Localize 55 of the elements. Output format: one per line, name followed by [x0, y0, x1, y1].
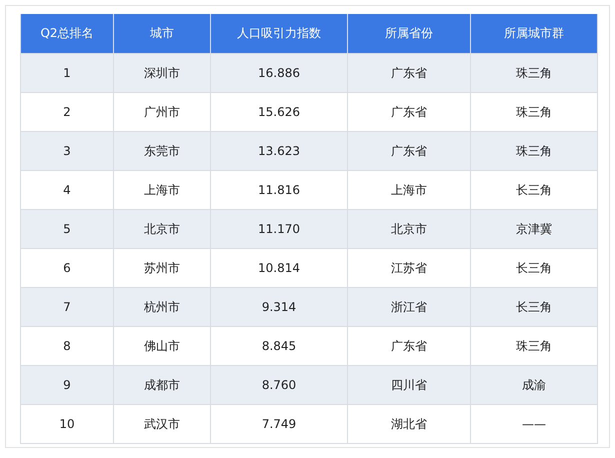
table-cell-text: 1 — [63, 64, 71, 82]
table-cell-text: 浙江省 — [391, 298, 427, 316]
table-cell-text: 广东省 — [391, 64, 427, 82]
table-cell-text: 长三角 — [516, 260, 552, 276]
table-cell-text: 武汉市 — [144, 416, 180, 432]
table-cell-text: 9 — [63, 376, 71, 394]
table-cell-text: 7 — [63, 298, 71, 316]
table-cell-text: 6 — [63, 260, 71, 276]
table-cell-text: 广东省 — [391, 142, 427, 160]
table-cell-text: 江苏省 — [391, 260, 427, 276]
table-cell-text: 长三角 — [516, 298, 552, 316]
column-header: 城市 — [150, 25, 174, 42]
table-cell-text: 广东省 — [391, 338, 427, 354]
table-cell-text: 长三角 — [516, 182, 552, 198]
column-header: 所属城市群 — [504, 25, 564, 42]
table-cell-text: 5 — [63, 220, 71, 238]
table-cell-text: 8 — [63, 338, 71, 354]
table-cell-text: 广州市 — [144, 104, 180, 120]
table-cell-text: 京津冀 — [516, 220, 552, 238]
table-cell-text: 15.626 — [258, 104, 300, 120]
table-cell-text: 10 — [59, 416, 75, 432]
table-cell-text: 8.760 — [262, 376, 296, 394]
table-cell-text: 东莞市 — [144, 142, 180, 160]
table-cell-text: 13.623 — [258, 142, 300, 160]
table-cell-text: 珠三角 — [516, 104, 552, 120]
table-cell-text: —— — [522, 416, 546, 432]
table-cell-text: 3 — [63, 142, 71, 160]
table-cell-text: 2 — [63, 104, 71, 120]
table-cell-text: 10.814 — [258, 260, 300, 276]
table-cell-text: 广东省 — [391, 104, 427, 120]
table-cell-text: 珠三角 — [516, 64, 552, 82]
table-cell-text: 四川省 — [391, 376, 427, 394]
table-cell-text: 北京市 — [391, 220, 427, 238]
table-cell-text: 佛山市 — [144, 338, 180, 354]
table-cell-text: 11.816 — [258, 182, 300, 198]
column-header: 所属省份 — [385, 25, 433, 42]
table-cell-text: 11.170 — [258, 220, 300, 238]
table-cell-text: 北京市 — [144, 220, 180, 238]
table-cell-text: 上海市 — [391, 182, 427, 198]
table-cell-text: 4 — [63, 182, 71, 198]
table-cell-text: 珠三角 — [516, 142, 552, 160]
table-cell-text: 8.845 — [262, 338, 296, 354]
table-cell-text: 9.314 — [262, 298, 296, 316]
column-header: Q2总排名 — [40, 25, 94, 42]
table-cell-text: 深圳市 — [144, 64, 180, 82]
table-cell-text: 上海市 — [144, 182, 180, 198]
table-cell-text: 成渝 — [522, 376, 546, 394]
table-cell-text: 湖北省 — [391, 416, 427, 432]
table-cell-text: 成都市 — [144, 376, 180, 394]
table-cell-text: 16.886 — [258, 64, 300, 82]
table-cell-text: 7.749 — [262, 416, 296, 432]
table-cell-text: 杭州市 — [144, 298, 180, 316]
table-cell-text: 苏州市 — [144, 260, 180, 276]
column-header: 人口吸引力指数 — [237, 25, 321, 42]
table-cell-text: 珠三角 — [516, 338, 552, 354]
